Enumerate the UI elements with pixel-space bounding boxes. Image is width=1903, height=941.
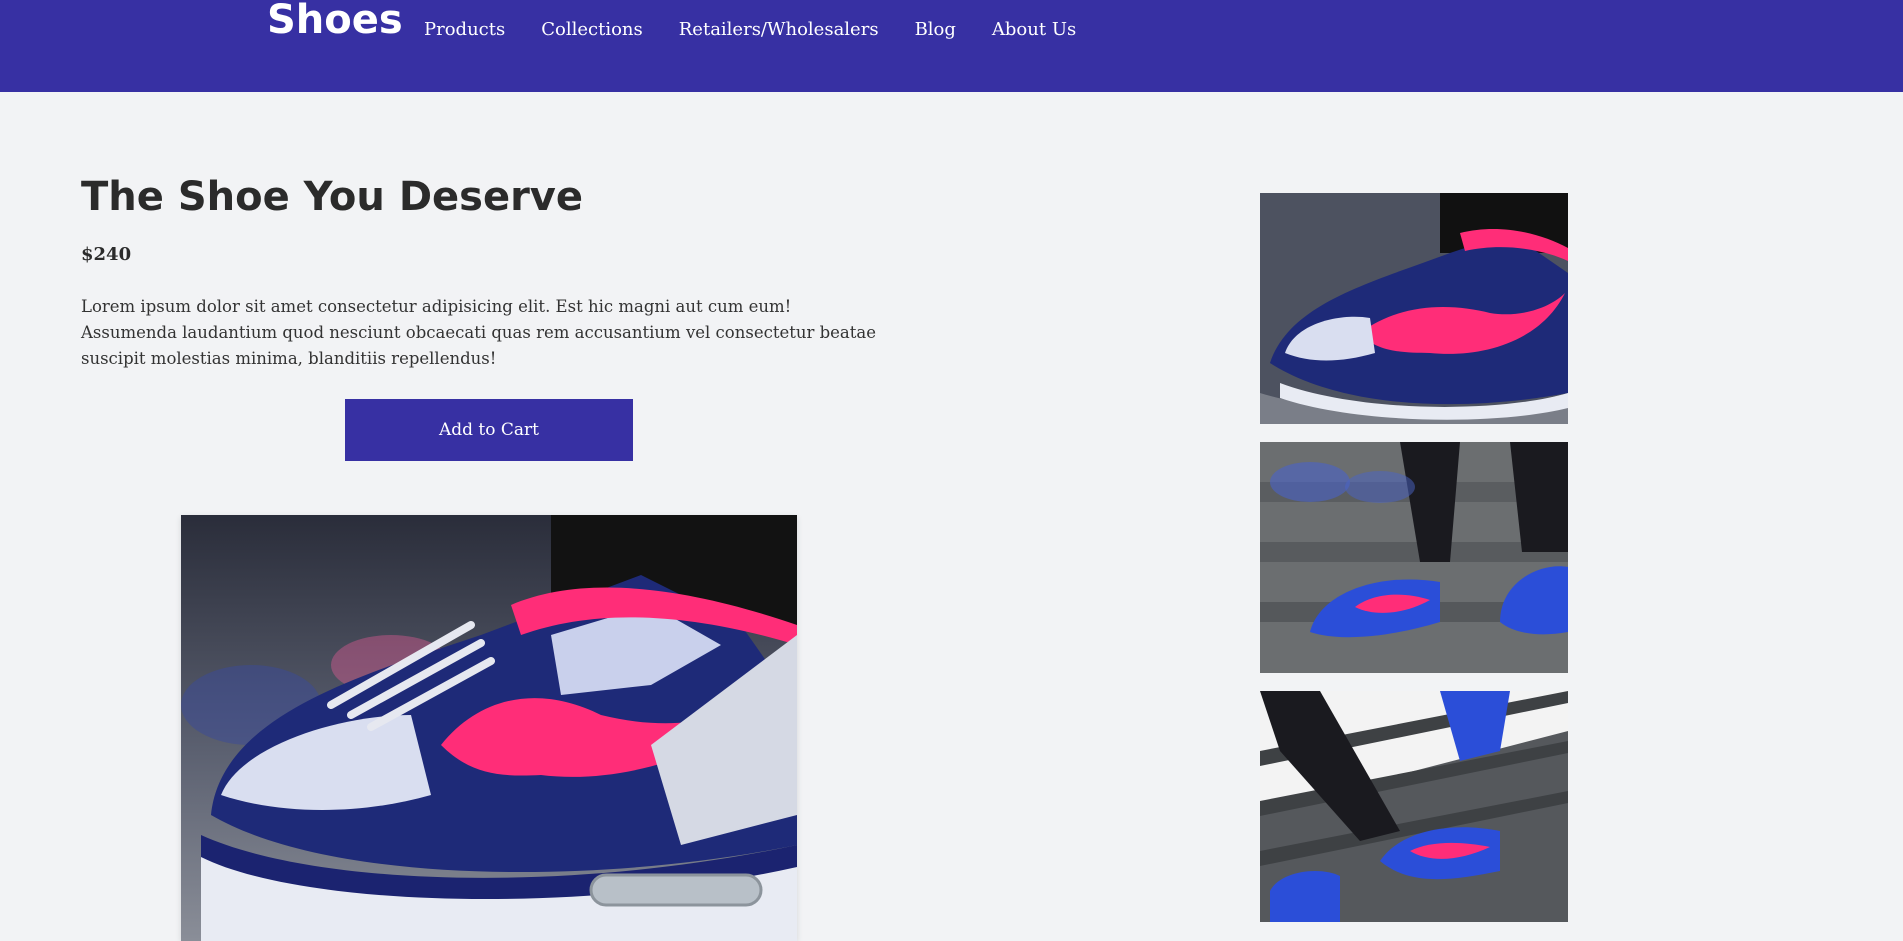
nav-link-retailers-wholesalers[interactable]: Retailers/Wholesalers	[679, 18, 879, 42]
add-to-cart-button[interactable]: Add to Cart	[345, 399, 633, 461]
nav-link-blog[interactable]: Blog	[915, 18, 956, 42]
nav-link-products[interactable]: Products	[424, 18, 505, 42]
thumbnail-image-1[interactable]	[1260, 193, 1568, 424]
product-price: $240	[81, 244, 132, 265]
site-header: Shoes Products Collections Retailers/Who…	[0, 0, 1903, 92]
brand-logo[interactable]: Shoes	[267, 0, 403, 44]
product-title: The Shoe You Deserve	[81, 174, 584, 220]
thumbnail-image-2[interactable]	[1260, 442, 1568, 673]
nav-link-collections[interactable]: Collections	[541, 18, 643, 42]
product-description: Lorem ipsum dolor sit amet consectetur a…	[81, 297, 877, 368]
nav-link-about-us[interactable]: About Us	[992, 18, 1076, 42]
main-product-image	[181, 515, 797, 941]
thumbnail-image-3[interactable]	[1260, 691, 1568, 922]
main-nav: Products Collections Retailers/Wholesale…	[424, 18, 1076, 42]
